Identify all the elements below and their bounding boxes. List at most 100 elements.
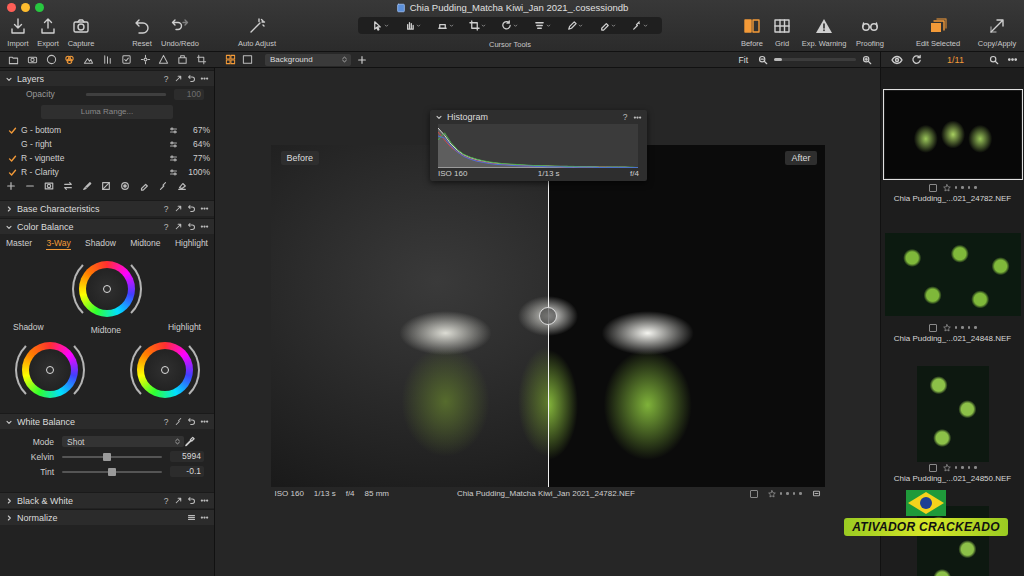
reset-icon[interactable] (187, 417, 196, 426)
cursor-tool-icon[interactable] (404, 20, 415, 31)
layer-checkbox[interactable] (7, 125, 17, 135)
kelvin-slider[interactable] (62, 456, 162, 458)
list-icon[interactable] (187, 513, 196, 522)
plus-icon[interactable] (357, 55, 367, 65)
chevron-icon[interactable] (5, 205, 13, 213)
thumbnail-image[interactable] (917, 366, 989, 462)
reset-icon[interactable] (187, 222, 196, 231)
layer-name[interactable]: G - bottom (21, 125, 61, 135)
toolbar-button[interactable]: Import (4, 15, 32, 48)
gradient-icon[interactable] (101, 181, 111, 191)
toolbar-label[interactable]: Copy/Apply (978, 39, 1016, 48)
cursor-tool-icon[interactable] (469, 20, 480, 31)
more-icon[interactable] (200, 74, 209, 83)
check-icon[interactable] (8, 126, 17, 135)
select-checkbox[interactable] (750, 490, 758, 498)
tool-tab-icon[interactable] (46, 54, 57, 65)
cursor-tool-icon[interactable] (631, 20, 642, 31)
chevron-down-icon[interactable] (578, 23, 583, 28)
toolbar-label[interactable]: Before (741, 39, 763, 48)
toolbar-button[interactable]: Before (737, 15, 767, 48)
adjustments-icon[interactable] (169, 126, 178, 135)
thumbnail[interactable]: Chia Pudding_...021_24782.NEF (881, 78, 1024, 218)
more-icon[interactable] (200, 496, 209, 505)
glasses-icon[interactable] (861, 17, 879, 35)
more-icon[interactable] (200, 513, 209, 522)
minimize-button[interactable] (21, 3, 30, 12)
help-button[interactable]: ? (162, 417, 170, 427)
toolbar-label[interactable]: Edit Selected (916, 39, 960, 48)
erase-icon[interactable] (139, 181, 149, 191)
layer-checkbox[interactable] (7, 153, 17, 163)
section-title[interactable]: Normalize (17, 513, 58, 523)
kelvin-value[interactable]: 5994 (170, 451, 204, 462)
tab[interactable]: 3-Way (46, 237, 70, 250)
toolbar-label[interactable]: Export (37, 39, 59, 48)
star-dot[interactable] (961, 186, 964, 189)
select-checkbox[interactable] (929, 184, 937, 192)
zoom-slider[interactable] (774, 58, 856, 61)
toolbar-label[interactable]: Grid (775, 39, 789, 48)
layer-checkbox[interactable] (7, 139, 17, 149)
tool-tab-icon[interactable] (121, 54, 132, 65)
chevron-down-icon[interactable] (546, 23, 551, 28)
rotate-icon[interactable] (911, 54, 922, 65)
radial-icon[interactable] (120, 181, 130, 191)
toolbar-button[interactable]: Auto Adjust (230, 15, 284, 48)
cursor-tool-icon[interactable] (599, 20, 610, 31)
export-icon[interactable] (39, 17, 57, 35)
eyedropper-icon[interactable] (184, 436, 195, 447)
cursor-tool-icon[interactable] (534, 20, 545, 31)
chevron-icon[interactable] (5, 418, 13, 426)
toolbar-button[interactable]: Copy/Apply (972, 15, 1022, 48)
layer-row[interactable]: G - right64% (0, 137, 214, 151)
thumbnail-image[interactable] (885, 233, 1021, 316)
zoom-label[interactable]: Fit (739, 55, 748, 65)
color-wheel[interactable] (15, 335, 85, 405)
section-header[interactable]: White Balance? (0, 413, 214, 429)
more-icon[interactable] (200, 222, 209, 231)
reset-icon[interactable] (133, 17, 151, 35)
reset-icon[interactable] (187, 496, 196, 505)
tool-tab-icon[interactable] (196, 54, 207, 65)
adjustments-icon[interactable] (169, 140, 178, 149)
thumbnail-image[interactable] (885, 91, 1021, 178)
layer-name[interactable]: R - Clarity (21, 167, 59, 177)
toolbar-label[interactable]: Capture (68, 39, 95, 48)
toolbar-label[interactable]: Reset (132, 39, 152, 48)
star-dot[interactable] (780, 492, 783, 495)
help-button[interactable]: ? (621, 112, 629, 122)
cursor-tool-icon[interactable] (501, 20, 512, 31)
copy-apply-icon[interactable] (988, 17, 1006, 35)
section-header[interactable]: Base Characteristics? (0, 200, 214, 216)
toolbar-button[interactable]: Grid (767, 15, 797, 48)
rating[interactable] (943, 324, 977, 332)
star-dot[interactable] (968, 466, 971, 469)
select-checkbox[interactable] (929, 464, 937, 472)
chevron-icon[interactable] (5, 497, 13, 505)
before-icon[interactable] (743, 17, 761, 35)
help-button[interactable]: ? (162, 222, 170, 232)
tool-tab-icon[interactable] (83, 54, 94, 65)
star-icon[interactable] (943, 464, 951, 472)
popout-icon[interactable] (174, 74, 183, 83)
eyedropper-icon[interactable] (174, 417, 183, 426)
zoom-in-icon[interactable] (862, 55, 872, 65)
select-checkbox[interactable] (929, 324, 937, 332)
reset-icon[interactable] (187, 74, 196, 83)
plus-icon[interactable] (6, 181, 16, 191)
thumbnail-label[interactable]: Chia Pudding_...021_24782.NEF (894, 193, 1011, 205)
tab[interactable]: Shadow (85, 237, 116, 250)
rating[interactable] (943, 184, 977, 192)
slider-knob[interactable] (103, 453, 111, 461)
chevron-icon[interactable] (5, 223, 13, 231)
chevron-down-icon[interactable] (513, 23, 518, 28)
toolbar-button[interactable]: Undo/Redo (157, 15, 203, 48)
pipette-icon[interactable] (158, 181, 168, 191)
more-icon[interactable] (633, 113, 642, 122)
section-title[interactable]: White Balance (17, 417, 75, 427)
section-header[interactable]: Color Balance? (0, 218, 214, 234)
layer-row[interactable]: R - vignette77% (0, 151, 214, 165)
more-icon[interactable] (200, 417, 209, 426)
adjustments-icon[interactable] (169, 154, 178, 163)
